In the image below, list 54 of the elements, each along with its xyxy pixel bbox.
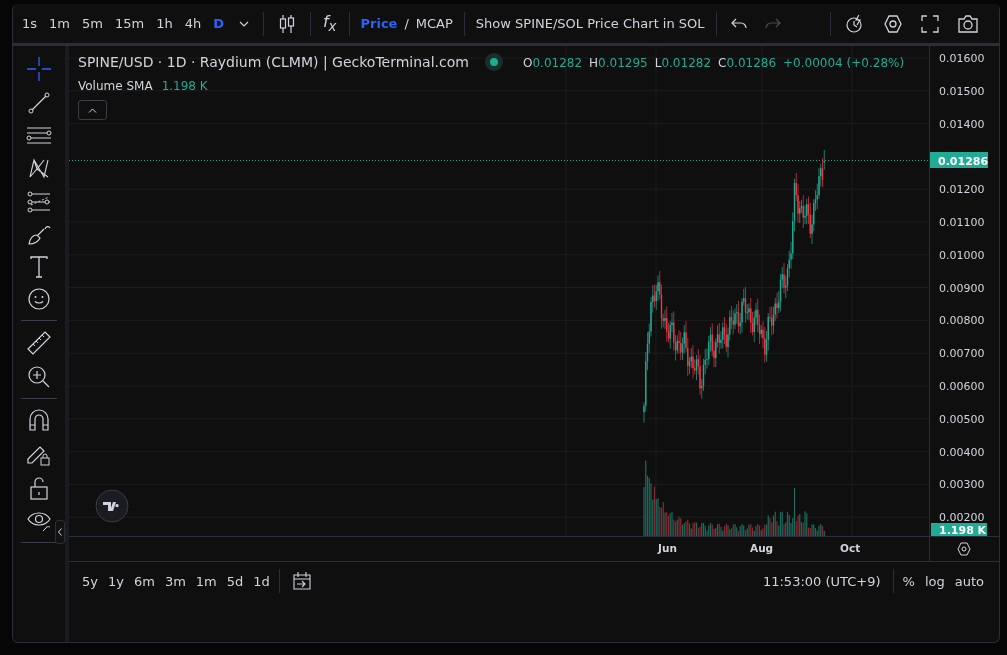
price-mode-button[interactable]: Price bbox=[355, 12, 403, 35]
indicator-label: Volume SMA bbox=[78, 79, 153, 93]
interval-button[interactable]: D bbox=[208, 12, 229, 35]
ohlc-label: L bbox=[654, 56, 662, 70]
price-axis-label: 0.00500 bbox=[939, 412, 985, 426]
indicators-button[interactable]: f$_{x}$ bbox=[316, 10, 343, 37]
scale-option-button[interactable]: % bbox=[897, 569, 920, 593]
scale-option-button[interactable]: auto bbox=[949, 569, 989, 593]
indicator-value: 1.198 K bbox=[161, 79, 208, 93]
time-axis-label: Jun bbox=[658, 542, 677, 554]
price-axis-label: 0.00400 bbox=[939, 445, 985, 459]
price-axis-label: 0.01200 bbox=[939, 183, 985, 197]
range-button[interactable]: 6m bbox=[128, 569, 160, 593]
price-axis-label: 0.00700 bbox=[939, 347, 985, 361]
interval-button[interactable]: 15m bbox=[109, 12, 150, 35]
price-axis-label: 0.01500 bbox=[939, 84, 985, 98]
price-axis-label: 0.01400 bbox=[939, 117, 985, 131]
range-button[interactable]: 5y bbox=[77, 569, 103, 593]
price-axis-label: 0.00200 bbox=[939, 511, 985, 525]
price-axis-label: 0.00900 bbox=[939, 281, 985, 295]
interval-button[interactable]: 4h bbox=[179, 12, 207, 35]
last-price-tag: 0.01286 bbox=[930, 152, 989, 168]
interval-button[interactable]: 1h bbox=[151, 12, 178, 35]
interval-button[interactable]: 5m bbox=[77, 12, 108, 35]
time-display[interactable]: 11:53:00 (UTC+9) bbox=[762, 573, 881, 589]
ohlc-value: 0.01295 bbox=[598, 56, 648, 70]
price-axis-label: 0.00600 bbox=[939, 380, 985, 393]
ohlc-label: O bbox=[523, 56, 533, 70]
range-button[interactable]: 5d bbox=[221, 569, 249, 593]
price-axis-label: 0.01100 bbox=[939, 216, 985, 229]
ohlc-value: 0.01282 bbox=[532, 56, 583, 70]
price-axis-label: 0.00300 bbox=[939, 478, 985, 492]
interval-button[interactable]: 1m bbox=[44, 12, 75, 35]
ohlc-value: 0.01282 bbox=[661, 56, 712, 70]
ohlc-label: H bbox=[589, 56, 599, 70]
price-axis-label: 0.01600 bbox=[939, 52, 985, 65]
scale-option-button[interactable]: log bbox=[919, 569, 950, 593]
interval-button[interactable]: 1s bbox=[17, 12, 43, 35]
mcap-mode-button[interactable]: MCAP bbox=[410, 12, 458, 35]
ohlc-label: C bbox=[718, 56, 727, 70]
range-button[interactable]: 3m bbox=[159, 569, 191, 593]
price-change: +0.00004 (+0.28%) bbox=[783, 56, 905, 70]
time-axis-label: Oct bbox=[840, 542, 861, 554]
volume-tag: 1.198 K bbox=[931, 523, 987, 537]
time-axis-label: Aug bbox=[750, 542, 774, 554]
price-axis-label: 0.00800 bbox=[939, 314, 985, 328]
ohlc-value: 0.01286 bbox=[726, 56, 777, 70]
price-axis-label: 0.01000 bbox=[939, 248, 985, 262]
mode-separator: / bbox=[404, 16, 409, 31]
quote-toggle-button[interactable]: Show SPINE/SOL Price Chart in SOL bbox=[470, 12, 710, 35]
range-button[interactable]: 1y bbox=[102, 569, 129, 593]
range-button[interactable]: 1m bbox=[190, 569, 222, 593]
chart-title: SPINE/USD · 1D · Raydium (CLMM) | GeckoTerminal.com bbox=[78, 54, 469, 70]
range-button[interactable]: 1d bbox=[248, 569, 275, 593]
